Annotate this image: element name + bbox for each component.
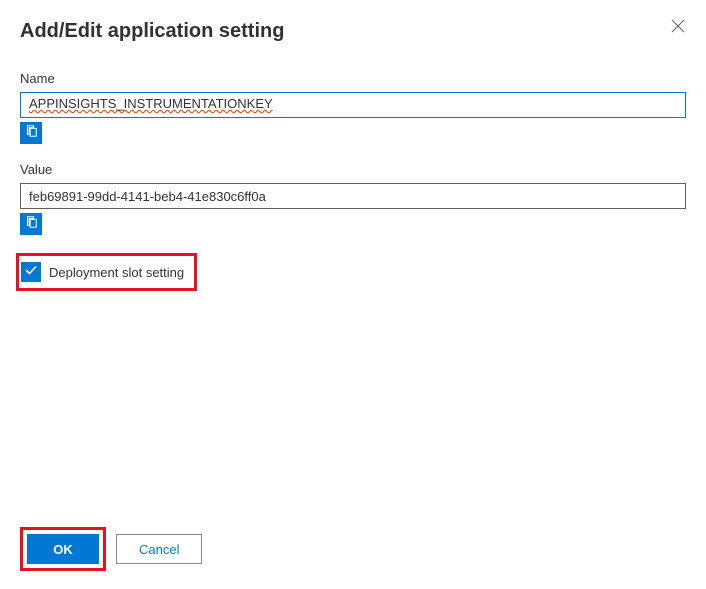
ok-highlight: OK (20, 527, 106, 571)
app-setting-panel: Add/Edit application setting Name APPINS… (0, 0, 706, 589)
panel-content: Name APPINSIGHTS_INSTRUMENTATIONKEY Valu… (20, 71, 686, 513)
value-label: Value (20, 162, 686, 177)
copy-icon (24, 215, 38, 234)
name-input[interactable]: APPINSIGHTS_INSTRUMENTATIONKEY (20, 92, 686, 118)
close-button[interactable] (670, 20, 686, 36)
checkmark-icon (24, 263, 38, 282)
deployment-slot-label: Deployment slot setting (49, 265, 184, 280)
deployment-slot-setting-row: Deployment slot setting (16, 253, 197, 291)
deployment-slot-checkbox[interactable] (21, 262, 41, 282)
value-field-group: Value (20, 162, 686, 235)
copy-icon (24, 124, 38, 143)
cancel-button[interactable]: Cancel (116, 534, 202, 564)
panel-footer: OK Cancel (20, 513, 686, 589)
name-field-group: Name APPINSIGHTS_INSTRUMENTATIONKEY (20, 71, 686, 144)
ok-button[interactable]: OK (27, 534, 99, 564)
copy-value-button[interactable] (20, 213, 42, 235)
name-label: Name (20, 71, 686, 86)
copy-name-button[interactable] (20, 122, 42, 144)
panel-title: Add/Edit application setting (20, 20, 284, 43)
panel-header: Add/Edit application setting (20, 20, 686, 43)
close-icon (671, 19, 685, 37)
value-input[interactable] (20, 183, 686, 209)
